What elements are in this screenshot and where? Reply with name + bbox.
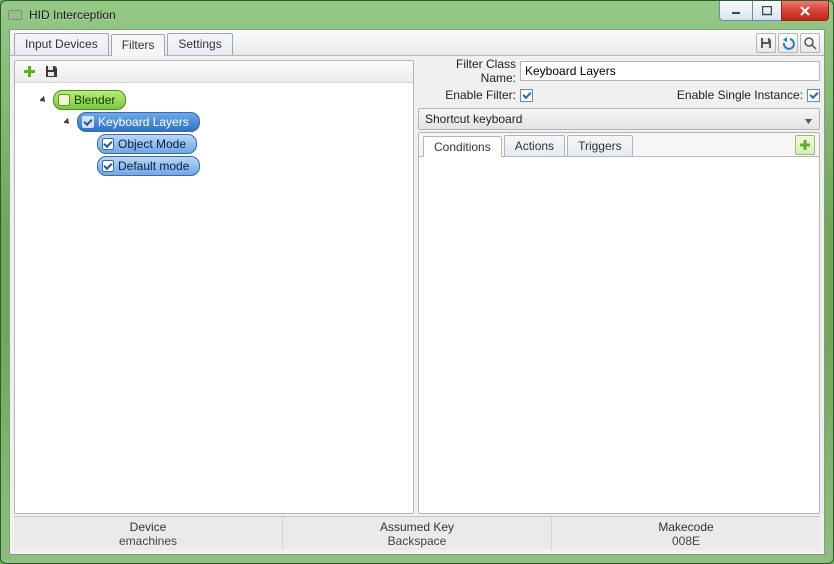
- filter-properties-panel: Filter Class Name: Enable Filter: Enable…: [418, 60, 820, 514]
- expander-icon[interactable]: [61, 115, 75, 129]
- subtab-actions[interactable]: Actions: [504, 135, 565, 156]
- window-frame: HID Interception Input Devices Filters S…: [0, 0, 834, 564]
- tree-node-label: Default mode: [118, 159, 189, 173]
- enable-filter-checkbox[interactable]: [520, 89, 533, 102]
- tree-toolbar: [15, 61, 413, 83]
- tree-root-row[interactable]: Blender: [19, 89, 409, 111]
- status-key: Assumed Key Backspace: [282, 517, 551, 550]
- status-makecode: Makecode 008E: [551, 517, 820, 550]
- add-rule-button[interactable]: [795, 135, 815, 155]
- enable-filter-label: Enable Filter:: [418, 88, 516, 102]
- tree-node-label: Object Mode: [118, 137, 186, 151]
- status-key-value: Backspace: [388, 534, 447, 548]
- toolbar-top-right: [756, 33, 820, 53]
- maximize-button[interactable]: [752, 1, 782, 21]
- tab-label: Filters: [122, 38, 155, 52]
- status-key-header: Assumed Key: [380, 520, 454, 534]
- tab-filters[interactable]: Filters: [111, 34, 166, 56]
- subtab-conditions[interactable]: Conditions: [423, 136, 502, 157]
- chevron-down-icon: [804, 115, 813, 129]
- enable-single-checkbox[interactable]: [807, 89, 820, 102]
- filter-tree[interactable]: Blender Keyboard Layers: [15, 83, 413, 513]
- tab-label: Input Devices: [25, 37, 98, 51]
- client-area: Input Devices Filters Settings: [9, 29, 825, 555]
- rules-content[interactable]: [419, 157, 819, 513]
- add-filter-button[interactable]: [21, 64, 37, 80]
- status-device-header: Device: [130, 520, 167, 534]
- rules-tab-strip: Conditions Actions Triggers: [419, 133, 819, 157]
- filter-class-row: Filter Class Name:: [418, 60, 820, 82]
- minimize-button[interactable]: [719, 1, 753, 21]
- filter-class-label: Filter Class Name:: [418, 57, 516, 85]
- checkbox-icon[interactable]: [58, 94, 70, 106]
- expander-icon[interactable]: [37, 93, 51, 107]
- titlebar[interactable]: HID Interception: [1, 1, 833, 29]
- window-controls: [720, 1, 829, 21]
- undo-button[interactable]: [778, 33, 798, 53]
- filter-tree-panel: Blender Keyboard Layers: [14, 60, 414, 514]
- enable-filters-row: Enable Filter: Enable Single Instance:: [418, 84, 820, 106]
- subtab-label: Conditions: [434, 140, 491, 154]
- save-tree-button[interactable]: [43, 64, 59, 80]
- section-header[interactable]: Shortcut keyboard: [418, 108, 820, 130]
- tree-node-label: Blender: [74, 93, 115, 107]
- status-makecode-value: 008E: [672, 534, 700, 548]
- status-makecode-header: Makecode: [658, 520, 713, 534]
- close-button[interactable]: [781, 1, 829, 21]
- tree-child-row[interactable]: Default mode: [19, 155, 409, 177]
- tab-label: Settings: [178, 37, 221, 51]
- status-device-value: emachines: [119, 534, 177, 548]
- status-bar: Device emachines Assumed Key Backspace M…: [14, 516, 820, 550]
- tree-node-keyboard-layers[interactable]: Keyboard Layers: [77, 112, 200, 132]
- checkbox-icon[interactable]: [102, 160, 114, 172]
- tree-node-object-mode[interactable]: Object Mode: [97, 134, 197, 154]
- subtab-label: Triggers: [578, 139, 622, 153]
- tree-filter-row[interactable]: Keyboard Layers: [19, 111, 409, 133]
- subtab-triggers[interactable]: Triggers: [567, 135, 633, 156]
- subtab-label: Actions: [515, 139, 554, 153]
- checkbox-icon[interactable]: [82, 116, 94, 128]
- save-button[interactable]: [756, 33, 776, 53]
- enable-single-label: Enable Single Instance:: [677, 88, 803, 102]
- tab-strip: Input Devices Filters Settings: [10, 30, 824, 56]
- tree-node-label: Keyboard Layers: [98, 115, 189, 129]
- main-split: Blender Keyboard Layers: [14, 60, 820, 514]
- section-title: Shortcut keyboard: [425, 112, 522, 126]
- search-button[interactable]: [800, 33, 820, 53]
- window-title: HID Interception: [29, 8, 116, 22]
- filter-class-input[interactable]: [520, 61, 820, 81]
- tree-node-blender[interactable]: Blender: [53, 90, 126, 110]
- tree-child-row[interactable]: Object Mode: [19, 133, 409, 155]
- checkbox-icon[interactable]: [102, 138, 114, 150]
- tree-node-default-mode[interactable]: Default mode: [97, 156, 200, 176]
- tab-settings[interactable]: Settings: [167, 33, 232, 55]
- app-icon: [7, 7, 23, 23]
- status-device: Device emachines: [14, 517, 282, 550]
- rules-panel: Conditions Actions Triggers: [418, 132, 820, 514]
- tab-input-devices[interactable]: Input Devices: [14, 33, 109, 55]
